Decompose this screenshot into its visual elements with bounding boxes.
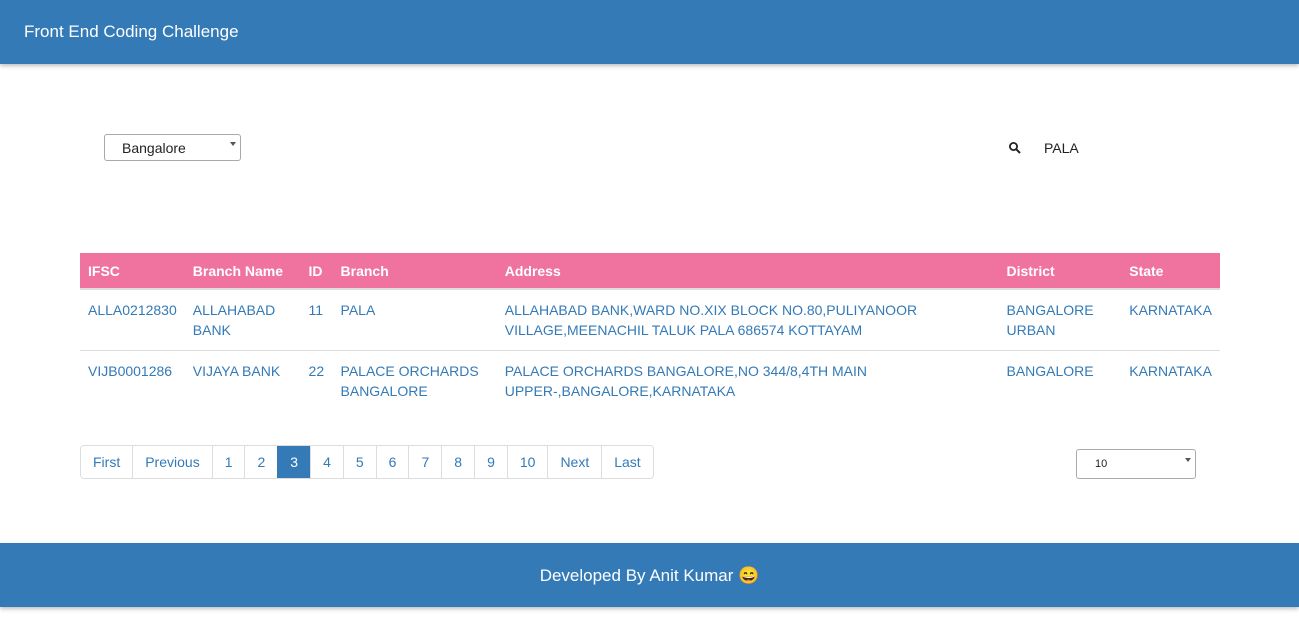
chevron-down-icon bbox=[230, 142, 236, 146]
page-9-button[interactable]: 9 bbox=[474, 446, 507, 478]
table-row[interactable]: ALLA0212830 ALLAHABAD BANK 11 PALA ALLAH… bbox=[80, 289, 1220, 351]
search-input[interactable]: PALA bbox=[1044, 140, 1079, 156]
page-8-button[interactable]: 8 bbox=[441, 446, 475, 478]
top-navbar: Front End Coding Challenge bbox=[0, 0, 1299, 64]
city-select[interactable]: Bangalore bbox=[104, 134, 241, 161]
cell-id: 22 bbox=[308, 363, 325, 379]
page-previous-button[interactable]: Previous bbox=[132, 446, 212, 478]
cell-state: KARNATAKA bbox=[1129, 363, 1212, 379]
cell-branch: PALA bbox=[332, 289, 497, 351]
column-header-state[interactable]: State bbox=[1121, 253, 1220, 290]
cell-branch: PALACE ORCHARDS BANGALORE bbox=[340, 363, 479, 399]
column-header-branch[interactable]: Branch bbox=[332, 253, 497, 290]
page-next-button[interactable]: Next bbox=[547, 446, 602, 478]
cell-district: BANGALORE URBAN bbox=[998, 289, 1122, 351]
column-header-ifsc[interactable]: IFSC bbox=[80, 253, 185, 290]
page-1-button[interactable]: 1 bbox=[211, 446, 245, 478]
cell-address: PALACE ORCHARDS BANGALORE,NO 344/8,4TH M… bbox=[504, 363, 868, 399]
cell-bank-name: ALLAHABAD BANK bbox=[184, 289, 301, 351]
city-select-value: Bangalore bbox=[122, 140, 186, 156]
column-header-branch-name[interactable]: Branch Name bbox=[184, 253, 301, 290]
table-header-row: IFSC Branch Name ID Branch Address Distr… bbox=[80, 253, 1220, 290]
cell-ifsc: ALLA0212830 bbox=[80, 289, 185, 351]
page-4-button[interactable]: 4 bbox=[310, 446, 343, 478]
page-6-button[interactable]: 6 bbox=[375, 446, 409, 478]
column-header-district[interactable]: District bbox=[998, 253, 1122, 290]
search-icon[interactable] bbox=[1008, 141, 1022, 155]
footer: Developed By Anit Kumar 😄 bbox=[0, 543, 1299, 607]
bank-table: IFSC Branch Name ID Branch Address Distr… bbox=[80, 253, 1220, 411]
column-header-id[interactable]: ID bbox=[300, 253, 333, 290]
cell-district: BANGALORE bbox=[1006, 363, 1094, 379]
cell-id: 11 bbox=[300, 289, 333, 351]
page-3-button[interactable]: 3 bbox=[277, 446, 311, 478]
table-row[interactable]: VIJB0001286 VIJAYA BANK 22 PALACE ORCHAR… bbox=[80, 351, 1220, 412]
cell-bank-name: VIJAYA BANK bbox=[192, 363, 281, 379]
cell-address: ALLAHABAD BANK,WARD NO.XIX BLOCK NO.80,P… bbox=[496, 289, 999, 351]
cell-state: KARNATAKA bbox=[1121, 289, 1220, 351]
cell-ifsc: VIJB0001286 bbox=[88, 363, 173, 379]
chevron-down-icon bbox=[1185, 458, 1191, 462]
page-size-select[interactable]: 10 bbox=[1076, 449, 1196, 479]
page-last-button[interactable]: Last bbox=[601, 446, 653, 478]
page-10-button[interactable]: 10 bbox=[506, 446, 548, 478]
app-title: Front End Coding Challenge bbox=[24, 22, 239, 41]
page-2-button[interactable]: 2 bbox=[244, 446, 278, 478]
pagination: First Previous 1 2 3 4 5 6 7 8 9 10 Next… bbox=[80, 445, 654, 479]
page-5-button[interactable]: 5 bbox=[342, 446, 376, 478]
footer-credit: Developed By Anit Kumar 😄 bbox=[539, 566, 760, 585]
page-size-value: 10 bbox=[1095, 458, 1108, 470]
page-7-button[interactable]: 7 bbox=[408, 446, 442, 478]
column-header-address[interactable]: Address bbox=[496, 253, 999, 290]
page-first-button[interactable]: First bbox=[81, 446, 133, 478]
